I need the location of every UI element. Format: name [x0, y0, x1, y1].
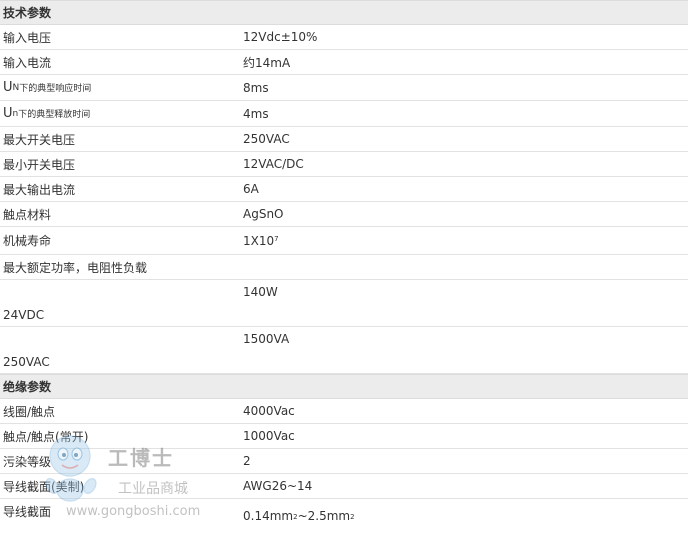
table-row: 1500VA 250VAC [0, 327, 688, 374]
value-exponent: 2 [350, 513, 355, 521]
row-label: 导线截面 [3, 505, 52, 519]
row-value: 12Vdc±10% [243, 30, 318, 44]
table-row: 最大输出电流 6A [0, 177, 688, 202]
value-exponent: 2 [293, 513, 298, 521]
row-value: 140W [243, 284, 278, 299]
value-max: ~2.5mm [297, 509, 351, 523]
row-value: 1X10 7 [243, 227, 688, 254]
table-row: 最小开关电压 12VAC/DC [0, 152, 688, 177]
row-label: Un 下的典型释放时间 [0, 101, 243, 126]
table-row: 输入电流 约14mA [0, 50, 688, 75]
row-label: U N 下的典型响应时间 [0, 75, 243, 100]
row-label: 24VDC [3, 307, 45, 322]
label-text: 下的典型响应时间 [19, 84, 92, 94]
row-label: 输入电压 [3, 30, 52, 45]
table-row: 最大开关电压 250VAC [0, 127, 688, 152]
label-symbol: U [3, 106, 13, 121]
table-row: 触点材料 AgSnO [0, 202, 688, 227]
spec-table: 技术参数 输入电压 12Vdc±10% 输入电流 约14mA U N 下的典型响应时… [0, 0, 688, 525]
row-value: AWG26~14 [243, 479, 313, 493]
row-value: 1000Vac [243, 429, 295, 443]
row-label: 导线截面(美制) [3, 479, 85, 494]
value-exponent: 7 [274, 234, 279, 243]
section-header-technical: 技术参数 [0, 0, 688, 25]
row-label: 最大额定功率，电阻性负载 [3, 260, 148, 275]
table-row: 导线截面(美制) AWG26~14 [0, 474, 688, 499]
table-row: 触点/触点(常开) 1000Vac [0, 424, 688, 449]
row-label: 最大开关电压 [3, 132, 76, 147]
table-row: 输入电压 12Vdc±10% [0, 25, 688, 50]
table-row: 污染等级 2 [0, 449, 688, 474]
row-value: 12VAC/DC [243, 157, 304, 171]
table-row: 140W 24VDC [0, 280, 688, 327]
row-value: 6A [243, 182, 259, 196]
row-label: 最大输出电流 [3, 182, 76, 197]
label-text: 下的典型释放时间 [18, 110, 91, 120]
row-value: 2 [243, 454, 251, 468]
row-value: 0.14mm 2 ~2.5mm 2 [243, 499, 688, 525]
row-value: 约14mA [243, 55, 291, 70]
row-label: 输入电流 [3, 55, 52, 70]
row-label: 机械寿命 [3, 234, 52, 248]
table-row: U N 下的典型响应时间 8ms [0, 75, 688, 101]
row-value: 4ms [243, 106, 269, 121]
row-value: AgSnO [243, 207, 284, 221]
value-base: 1X10 [243, 233, 275, 248]
row-label: 线圈/触点 [3, 404, 56, 419]
row-label: 触点材料 [3, 207, 52, 222]
value-min: 0.14mm [243, 509, 294, 523]
row-value: 250VAC [243, 132, 290, 146]
row-value: 4000Vac [243, 404, 295, 418]
row-label: 最小开关电压 [3, 157, 76, 172]
table-row: Un 下的典型释放时间 4ms [0, 101, 688, 127]
table-row: 最大额定功率，电阻性负载 [0, 255, 688, 280]
row-value: 8ms [243, 80, 269, 95]
label-symbol: U [3, 80, 13, 95]
table-row: 导线截面 0.14mm 2 ~2.5mm 2 [0, 499, 688, 525]
table-row: 机械寿命 1X10 7 [0, 227, 688, 255]
row-label: 250VAC [3, 354, 50, 369]
label-subscript: N [12, 82, 20, 93]
section-header-insulation: 绝缘参数 [0, 374, 688, 399]
row-label: 触点/触点(常开) [3, 429, 89, 444]
row-label: 污染等级 [3, 454, 52, 469]
table-row: 线圈/触点 4000Vac [0, 399, 688, 424]
row-value: 1500VA [243, 331, 290, 346]
